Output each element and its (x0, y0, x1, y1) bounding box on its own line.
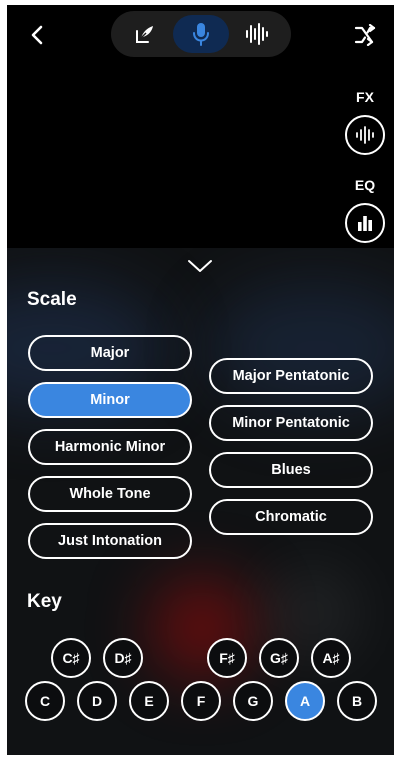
feather-pen-icon (136, 26, 153, 43)
mode-audio-button[interactable] (229, 15, 285, 53)
fx-button[interactable] (345, 115, 385, 155)
key-natural-button[interactable]: G (233, 681, 273, 721)
key-natural-button[interactable]: C (25, 681, 65, 721)
eq-button[interactable] (345, 203, 385, 243)
scale-option-button[interactable]: Major (28, 335, 192, 371)
top-bar (7, 5, 394, 65)
scale-option-button[interactable]: Whole Tone (28, 476, 192, 512)
scale-section-title: Scale (27, 289, 77, 310)
waveform-icon (246, 23, 268, 45)
key-sharp-button[interactable]: F♯ (207, 638, 247, 678)
scale-option-button[interactable]: Just Intonation (28, 523, 192, 559)
mode-switcher (111, 11, 291, 57)
scale-option-button[interactable]: Chromatic (209, 499, 373, 535)
key-sharp-button[interactable]: D♯ (103, 638, 143, 678)
key-natural-button[interactable]: A (285, 681, 325, 721)
equalizer-bars-icon (358, 216, 372, 231)
key-natural-button[interactable]: F (181, 681, 221, 721)
scale-option-button[interactable]: Major Pentatonic (209, 358, 373, 394)
shuffle-icon (354, 24, 376, 46)
collapse-panel-button[interactable] (183, 252, 217, 280)
mode-write-button[interactable] (117, 15, 173, 53)
scale-option-button[interactable]: Blues (209, 452, 373, 488)
microphone-icon (193, 23, 209, 46)
key-sharp-button[interactable]: C♯ (51, 638, 91, 678)
chevron-down-icon (188, 260, 212, 272)
chevron-left-icon (31, 25, 43, 45)
key-sharp-button[interactable]: A♯ (311, 638, 351, 678)
mode-voice-button[interactable] (173, 15, 229, 53)
app-window: FX EQ Scale Key Major Minor Harmonic Min… (7, 5, 394, 755)
key-section-title: Key (27, 591, 62, 612)
scale-option-button[interactable]: Minor Pentatonic (209, 405, 373, 441)
scale-option-button[interactable]: Minor (28, 382, 192, 418)
key-natural-button[interactable]: E (129, 681, 169, 721)
fx-label: FX (356, 89, 374, 105)
eq-label: EQ (354, 177, 376, 193)
key-natural-button[interactable]: D (77, 681, 117, 721)
scale-option-button[interactable]: Harmonic Minor (28, 429, 192, 465)
key-sharp-button[interactable]: G♯ (259, 638, 299, 678)
shuffle-button[interactable] (351, 21, 379, 49)
scale-key-panel: Scale Key Major Minor Harmonic Minor Whole … (7, 248, 394, 755)
back-button[interactable] (23, 21, 51, 49)
sound-wave-icon (356, 126, 374, 144)
key-natural-button[interactable]: B (337, 681, 377, 721)
